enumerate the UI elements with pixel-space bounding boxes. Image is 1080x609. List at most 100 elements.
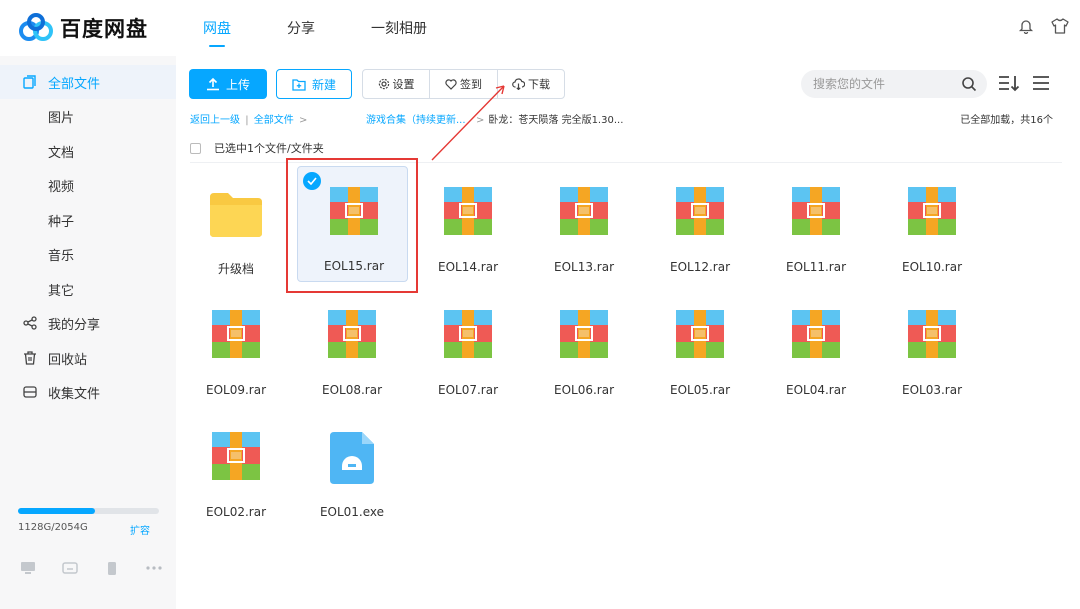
breadcrumb: 返回上一级 | 全部文件 > [190,111,309,126]
app-logo-text: 百度网盘 [60,17,148,41]
upload-icon [206,77,219,91]
baidu-cloud-logo-icon [19,13,53,41]
rar-archive-icon [330,187,378,235]
file-item[interactable]: EOL13.rar [528,167,640,285]
file-item[interactable]: EOL12.rar [644,167,756,285]
file-name: EOL07.rar [437,383,499,397]
sidebar-item-all-files[interactable]: 全部文件 [0,65,176,99]
storage-progress-bar [18,508,159,514]
file-name: EOL03.rar [901,383,963,397]
cloud-device-icon[interactable] [60,560,80,576]
tshirt-icon[interactable] [1050,16,1070,36]
file-name: EOL09.rar [205,383,267,397]
top-bar: 百度网盘 网盘 分享 一刻相册 [0,0,1080,56]
file-name: 升级档 [217,262,254,276]
action-button-group: 设置 签到 下载 [362,69,565,99]
file-name: EOL04.rar [785,383,847,397]
rar-archive-icon [792,310,840,358]
folder-icon [210,193,262,241]
sidebar-item-label: 视频 [48,179,75,195]
rar-archive-icon [212,310,260,358]
file-item[interactable]: EOL11.rar [760,167,872,285]
file-item[interactable]: EOL14.rar [412,167,524,285]
selected-check-icon[interactable] [303,172,321,190]
storage-progress-fill [18,508,96,514]
file-name: EOL15.rar [323,259,385,273]
breadcrumb-separator: > [298,115,308,126]
rar-archive-icon [792,187,840,235]
breadcrumb-back-link[interactable]: 返回上一级 [190,115,240,126]
nav-tab-netdisk[interactable]: 网盘 [203,18,231,47]
signin-button[interactable]: 签到 [430,70,498,98]
select-all-checkbox[interactable] [190,142,201,154]
search-icon[interactable] [961,76,977,92]
file-item[interactable]: EOL07.rar [412,290,524,408]
breadcrumb-folder-link[interactable]: 游戏合集（持续更新... [366,111,466,126]
nav-tab-photos[interactable]: 一刻相册 [371,18,427,38]
sidebar-item-label: 收集文件 [48,386,101,402]
heart-icon [445,78,457,90]
phone-icon[interactable] [102,560,122,576]
file-item[interactable]: EOL05.rar [644,290,756,408]
file-item[interactable]: EOL08.rar [296,290,408,408]
exe-file-icon [330,432,378,484]
sidebar-item-label: 我的分享 [48,317,101,333]
download-button[interactable]: 下载 [498,70,564,98]
nav-tab-share[interactable]: 分享 [287,18,315,38]
breadcrumb-current: > 卧龙：苍天陨落 完全版1.30... [476,111,623,126]
monitor-icon[interactable] [18,560,38,576]
baidu-netdisk-window: 百度网盘 网盘 分享 一刻相册 全部文件 图片 文档 视频 种子 音乐 其它 我… [0,0,1080,609]
settings-button[interactable]: 设置 [363,70,430,98]
new-button-label: 新建 [311,77,336,92]
sidebar-item-documents[interactable]: 文档 [0,134,176,168]
rar-archive-icon [444,310,492,358]
folder-item[interactable]: 升级档 [180,167,292,285]
new-button[interactable]: 新建 [276,69,352,99]
file-name: EOL14.rar [437,260,499,274]
file-name: EOL01.exe [319,505,385,519]
search-input[interactable] [813,75,958,93]
sidebar-item-torrents[interactable]: 种子 [0,203,176,237]
file-name: EOL08.rar [321,383,383,397]
app-logo[interactable]: 百度网盘 [18,12,148,44]
sidebar-item-music[interactable]: 音乐 [0,237,176,271]
file-name: EOL11.rar [785,260,847,274]
file-item[interactable]: EOL10.rar [876,167,988,285]
file-item[interactable]: EOL06.rar [528,290,640,408]
file-name: EOL06.rar [553,383,615,397]
file-item[interactable]: EOL04.rar [760,290,872,408]
upload-button[interactable]: 上传 [189,69,267,99]
more-icon[interactable] [144,560,164,576]
expand-storage-link[interactable]: 扩容 [130,522,150,537]
breadcrumb-separator: | [245,115,249,126]
file-item[interactable]: EOL03.rar [876,290,988,408]
breadcrumb-root-link[interactable]: 全部文件 [254,115,294,126]
file-item[interactable]: EOL15.rar [297,166,408,282]
rar-archive-icon [560,310,608,358]
sidebar-item-label: 其它 [48,283,75,299]
sidebar-item-collect-files[interactable]: 收集文件 [0,375,176,409]
rar-archive-icon [676,310,724,358]
list-view-icon[interactable] [1031,74,1051,92]
sort-icon[interactable] [997,73,1021,93]
sidebar-item-other[interactable]: 其它 [0,272,176,306]
sidebar-item-label: 文档 [48,145,75,161]
sidebar-item-recycle-bin[interactable]: 回收站 [0,341,176,375]
file-item[interactable]: EOL09.rar [180,290,292,408]
sidebar-item-label: 种子 [48,214,75,230]
sidebar-item-my-shares[interactable]: 我的分享 [0,306,176,340]
settings-button-label: 设置 [392,78,415,91]
rar-archive-icon [908,187,956,235]
sidebar-item-images[interactable]: 图片 [0,99,176,133]
bell-icon[interactable] [1016,16,1036,36]
file-item[interactable]: EOL02.rar [180,412,292,530]
rar-archive-icon [328,310,376,358]
file-name: EOL12.rar [669,260,731,274]
storage-usage-text: 1128G/2054G [18,522,88,533]
sidebar-item-label: 图片 [48,110,75,126]
sidebar-item-videos[interactable]: 视频 [0,168,176,202]
breadcrumb-current-label: 卧龙：苍天陨落 完全版1.30... [488,115,624,126]
rar-archive-icon [444,187,492,235]
sidebar: 全部文件 图片 文档 视频 种子 音乐 其它 我的分享 回收站 收集文件 112… [0,56,176,609]
file-item[interactable]: EOL01.exe [296,412,408,530]
